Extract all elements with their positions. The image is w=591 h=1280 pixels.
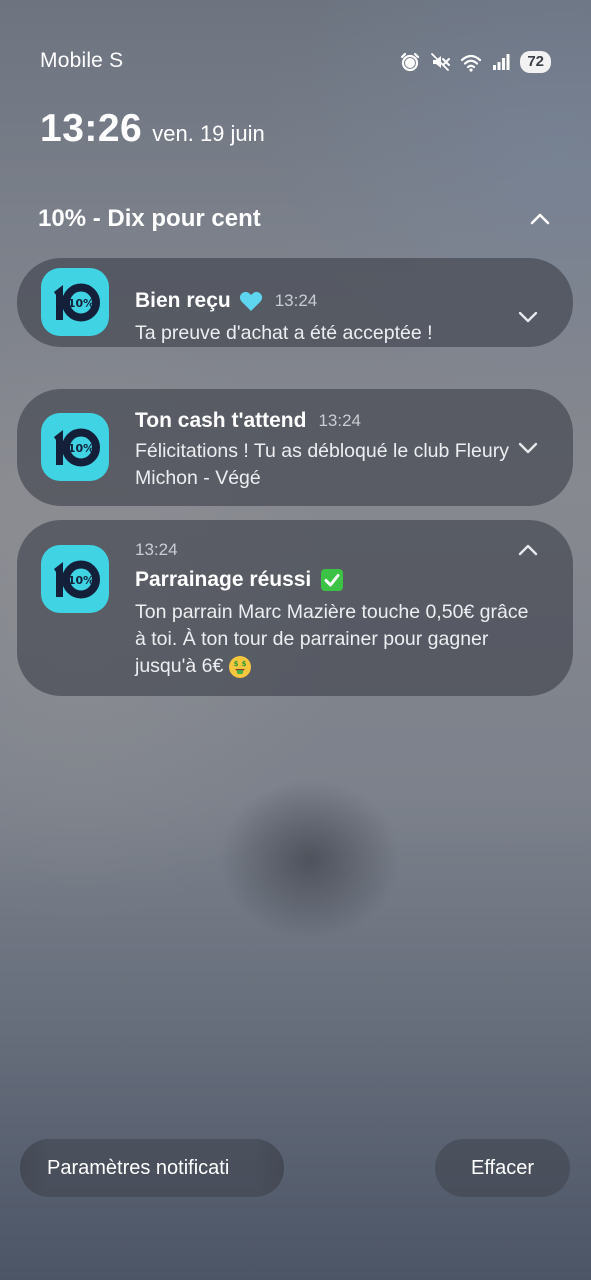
notification-time: 13:24 bbox=[135, 540, 178, 559]
app-icon: 10% bbox=[41, 268, 109, 336]
clock-date: ven. 19 juin bbox=[152, 121, 265, 146]
alarm-icon bbox=[400, 52, 420, 72]
notification-title: Bien reçu bbox=[135, 289, 231, 312]
chevron-down-icon[interactable] bbox=[517, 306, 539, 328]
notification-title: Ton cash t'attend bbox=[135, 409, 307, 432]
clock-time: 13:26 bbox=[40, 107, 143, 150]
notification-body: Ta preuve d'achat a été acceptée ! bbox=[135, 322, 433, 344]
app-icon: 10% bbox=[41, 413, 109, 481]
lock-clock: 13:26 ven. 19 juin bbox=[40, 107, 265, 151]
carrier-name: Mobile S bbox=[40, 49, 124, 72]
money-mouth-face-icon: $ $ bbox=[228, 655, 251, 678]
status-bar: Mobile S 72 bbox=[0, 0, 591, 124]
svg-text:$: $ bbox=[241, 660, 246, 668]
app-icon: 10% bbox=[41, 545, 109, 613]
chevron-down-icon[interactable] bbox=[517, 437, 539, 459]
fade-right bbox=[254, 1139, 284, 1197]
notification-time: 13:24 bbox=[318, 411, 361, 430]
notification-settings-label: Paramètres notificati bbox=[47, 1157, 230, 1179]
notification-group-header[interactable]: 10% - Dix pour cent bbox=[38, 201, 553, 237]
notification-card[interactable]: 10% Ton cash t'attend 13:24 Félicitation… bbox=[17, 389, 573, 506]
app-icon-label: 10% bbox=[68, 574, 94, 587]
notification-body: Félicitations ! Tu as débloqué le club F… bbox=[135, 440, 509, 489]
status-icons: 72 bbox=[400, 50, 551, 74]
notification-body: Ton parrain Marc Mazière touche 0,50€ gr… bbox=[135, 599, 535, 680]
svg-text:$: $ bbox=[233, 660, 238, 668]
battery-level: 72 bbox=[520, 51, 551, 73]
app-icon-label: 10% bbox=[68, 297, 94, 310]
light-blue-heart-icon bbox=[239, 291, 262, 311]
signal-icon bbox=[492, 53, 510, 71]
app-icon-label: 10% bbox=[68, 442, 94, 455]
notification-header: Bien reçu 13:24 bbox=[135, 289, 317, 313]
notification-title: Parrainage réussi bbox=[135, 568, 312, 591]
notification-card[interactable]: 10% 13:24 Parrainage réussi Ton parrain … bbox=[17, 520, 573, 696]
chevron-up-icon[interactable] bbox=[529, 208, 551, 230]
mute-icon bbox=[430, 52, 451, 72]
group-title: 10% - Dix pour cent bbox=[38, 205, 261, 232]
notification-time: 13:24 bbox=[274, 291, 318, 310]
notification-header: Ton cash t'attend 13:24 bbox=[135, 409, 361, 433]
clear-button[interactable]: Effacer bbox=[435, 1139, 570, 1197]
chevron-up-icon[interactable] bbox=[517, 539, 539, 561]
check-mark-button-icon bbox=[321, 569, 344, 591]
notification-header: Parrainage réussi bbox=[135, 568, 344, 592]
notification-card[interactable]: 10% Bien reçu 13:24 Ta preuve d'achat a … bbox=[17, 258, 573, 347]
notification-body-text: Ton parrain Marc Mazière touche 0,50€ gr… bbox=[135, 601, 529, 677]
wifi-icon bbox=[460, 52, 482, 72]
notification-settings-button[interactable]: Paramètres notificati bbox=[20, 1139, 284, 1197]
fade-left bbox=[20, 1139, 50, 1197]
